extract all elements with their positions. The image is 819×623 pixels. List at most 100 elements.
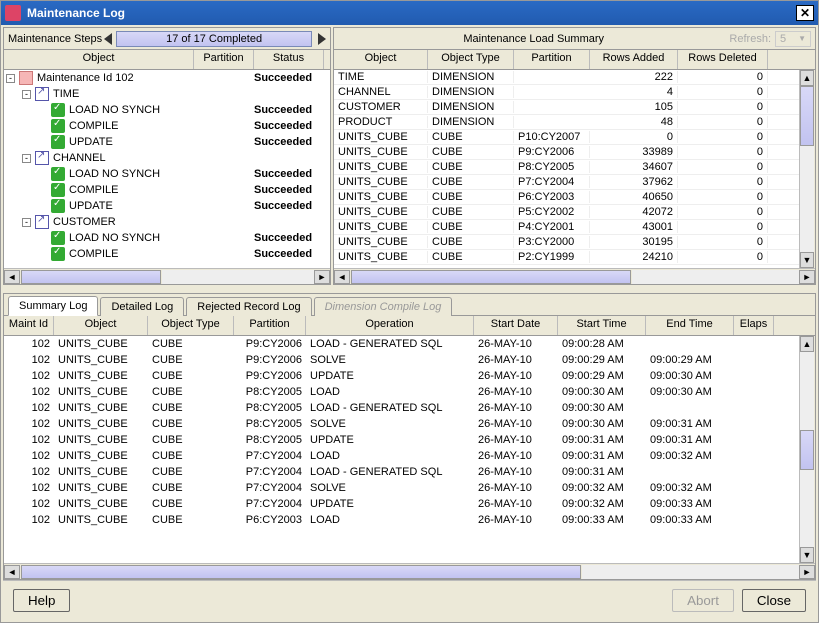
- id-icon: [19, 71, 33, 85]
- load-col-added[interactable]: Rows Added: [590, 50, 678, 69]
- tree-label: TIME: [53, 88, 79, 100]
- load-row[interactable]: UNITS_CUBECUBEP3:CY2000301950: [334, 235, 799, 250]
- load-col-type[interactable]: Object Type: [428, 50, 514, 69]
- expander-icon[interactable]: -: [22, 154, 31, 163]
- scroll-thumb[interactable]: [21, 270, 161, 284]
- log-row[interactable]: 102UNITS_CUBECUBEP9:CY2006UPDATE26-MAY-1…: [4, 368, 799, 384]
- tree-label: UPDATE: [69, 136, 113, 148]
- refresh-combo[interactable]: 5 ▼: [775, 31, 811, 47]
- scroll-down-icon[interactable]: ▼: [800, 252, 814, 268]
- load-row[interactable]: UNITS_CUBECUBEP10:CY200700: [334, 130, 799, 145]
- scroll-left-icon[interactable]: ◄: [4, 565, 20, 579]
- logcol-elaps[interactable]: Elaps: [734, 316, 774, 335]
- log-row[interactable]: 102UNITS_CUBECUBEP9:CY2006SOLVE26-MAY-10…: [4, 352, 799, 368]
- tree-row[interactable]: COMPILESucceeded: [4, 182, 330, 198]
- load-col-partition[interactable]: Partition: [514, 50, 590, 69]
- scroll-up-icon[interactable]: ▲: [800, 70, 814, 86]
- check-icon: [51, 199, 65, 213]
- tree-row[interactable]: LOAD NO SYNCHSucceeded: [4, 166, 330, 182]
- tree-label: CUSTOMER: [53, 216, 116, 228]
- scroll-right-icon[interactable]: ►: [799, 565, 815, 579]
- tree-row[interactable]: UPDATESucceeded: [4, 198, 330, 214]
- cube-icon: [35, 215, 49, 229]
- logcol-type[interactable]: Object Type: [148, 316, 234, 335]
- load-row[interactable]: CHANNELDIMENSION40: [334, 85, 799, 100]
- tree-row[interactable]: - CUSTOMER: [4, 214, 330, 230]
- load-row[interactable]: UNITS_CUBECUBEP5:CY2002420720: [334, 205, 799, 220]
- expander-icon[interactable]: -: [22, 218, 31, 227]
- maintenance-steps-panel: Maintenance Steps 17 of 17 Completed Obj…: [3, 27, 331, 285]
- tab-rejected-log[interactable]: Rejected Record Log: [186, 297, 311, 316]
- log-row[interactable]: 102UNITS_CUBECUBEP9:CY2006 LOAD - GENERA…: [4, 336, 799, 352]
- tree-row[interactable]: LOAD NO SYNCHSucceeded: [4, 230, 330, 246]
- scroll-right-icon[interactable]: ►: [799, 270, 815, 284]
- load-row[interactable]: UNITS_CUBECUBEP7:CY2004379620: [334, 175, 799, 190]
- close-button[interactable]: Close: [742, 589, 806, 612]
- load-row[interactable]: UNITS_CUBECUBEP6:CY2003406500: [334, 190, 799, 205]
- load-row[interactable]: UNITS_CUBECUBEP9:CY2006339890: [334, 145, 799, 160]
- tree-row[interactable]: LOAD NO SYNCHSucceeded: [4, 102, 330, 118]
- steps-hscroll[interactable]: ◄ ►: [4, 268, 330, 284]
- log-row[interactable]: 102UNITS_CUBECUBEP7:CY2004 LOAD - GENERA…: [4, 464, 799, 480]
- logcol-start-date[interactable]: Start Date: [474, 316, 558, 335]
- scroll-right-icon[interactable]: ►: [314, 270, 330, 284]
- col-object[interactable]: Object: [4, 50, 194, 69]
- log-row[interactable]: 102UNITS_CUBECUBEP8:CY2005UPDATE26-MAY-1…: [4, 432, 799, 448]
- log-row[interactable]: 102UNITS_CUBECUBEP7:CY2004UPDATE26-MAY-1…: [4, 496, 799, 512]
- help-button[interactable]: Help: [13, 589, 70, 612]
- scroll-up-icon[interactable]: ▲: [800, 336, 814, 352]
- load-row[interactable]: UNITS_CUBECUBEP4:CY2001430010: [334, 220, 799, 235]
- scroll-thumb[interactable]: [21, 565, 581, 579]
- scroll-thumb[interactable]: [351, 270, 631, 284]
- load-col-deleted[interactable]: Rows Deleted: [678, 50, 768, 69]
- tree-row[interactable]: -CHANNEL: [4, 150, 330, 166]
- load-row[interactable]: CUSTOMERDIMENSION1050: [334, 100, 799, 115]
- load-row[interactable]: UNITS_CUBECUBEP8:CY2005346070: [334, 160, 799, 175]
- logcol-partition[interactable]: Partition: [234, 316, 306, 335]
- logcol-operation[interactable]: Operation: [306, 316, 474, 335]
- scroll-down-icon[interactable]: ▼: [800, 547, 814, 563]
- log-row[interactable]: 102UNITS_CUBECUBEP7:CY2004SOLVE26-MAY-10…: [4, 480, 799, 496]
- logcol-maint-id[interactable]: Maint Id: [4, 316, 54, 335]
- log-row[interactable]: 102UNITS_CUBECUBEP8:CY2005LOAD26-MAY-100…: [4, 384, 799, 400]
- window-close-button[interactable]: ✕: [796, 5, 814, 21]
- logcol-start-time[interactable]: Start Time: [558, 316, 646, 335]
- check-icon: [51, 103, 65, 117]
- load-row[interactable]: UNITS_CUBECUBEP2:CY1999242100: [334, 250, 799, 265]
- steps-tree[interactable]: -Maintenance Id 102Succeeded-TIMELOAD NO…: [4, 70, 330, 268]
- step-next-icon[interactable]: [318, 33, 326, 45]
- log-grid[interactable]: 102UNITS_CUBECUBEP9:CY2006 LOAD - GENERA…: [4, 336, 799, 563]
- log-row[interactable]: 102UNITS_CUBECUBEP6:CY2003LOAD26-MAY-100…: [4, 512, 799, 528]
- scroll-vthumb[interactable]: [800, 430, 814, 470]
- tab-detailed-log[interactable]: Detailed Log: [100, 297, 184, 316]
- tree-row[interactable]: -Maintenance Id 102Succeeded: [4, 70, 330, 86]
- log-row[interactable]: 102UNITS_CUBECUBEP8:CY2005 LOAD - GENERA…: [4, 400, 799, 416]
- tree-row[interactable]: UPDATE Succeeded: [4, 134, 330, 150]
- load-vscroll[interactable]: ▲ ▼: [799, 70, 815, 268]
- scroll-vthumb[interactable]: [800, 86, 814, 146]
- tree-row[interactable]: COMPILESucceeded: [4, 246, 330, 262]
- log-row[interactable]: 102UNITS_CUBECUBEP7:CY2004LOAD26-MAY-100…: [4, 448, 799, 464]
- load-hscroll[interactable]: ◄ ►: [334, 268, 815, 284]
- load-col-object[interactable]: Object: [334, 50, 428, 69]
- load-summary-grid[interactable]: TIMEDIMENSION2220CHANNELDIMENSION40CUSTO…: [334, 70, 799, 268]
- logcol-object[interactable]: Object: [54, 316, 148, 335]
- tree-row[interactable]: COMPILESucceeded: [4, 118, 330, 134]
- expander-icon[interactable]: -: [6, 74, 15, 83]
- status-cell: Succeeded: [254, 136, 324, 148]
- col-status[interactable]: Status: [254, 50, 324, 69]
- expander-icon[interactable]: -: [22, 90, 31, 99]
- col-partition[interactable]: Partition: [194, 50, 254, 69]
- tab-summary-log[interactable]: Summary Log: [8, 296, 98, 316]
- log-hscroll[interactable]: ◄ ►: [4, 563, 815, 579]
- tree-row[interactable]: - TIME: [4, 86, 330, 102]
- tree-label: COMPILE: [69, 248, 119, 260]
- load-row[interactable]: PRODUCTDIMENSION480: [334, 115, 799, 130]
- scroll-left-icon[interactable]: ◄: [334, 270, 350, 284]
- scroll-left-icon[interactable]: ◄: [4, 270, 20, 284]
- load-row[interactable]: TIMEDIMENSION2220: [334, 70, 799, 85]
- log-row[interactable]: 102UNITS_CUBECUBEP8:CY2005SOLVE26-MAY-10…: [4, 416, 799, 432]
- logcol-end-time[interactable]: End Time: [646, 316, 734, 335]
- log-vscroll[interactable]: ▲ ▼: [799, 336, 815, 563]
- step-prev-icon[interactable]: [104, 33, 112, 45]
